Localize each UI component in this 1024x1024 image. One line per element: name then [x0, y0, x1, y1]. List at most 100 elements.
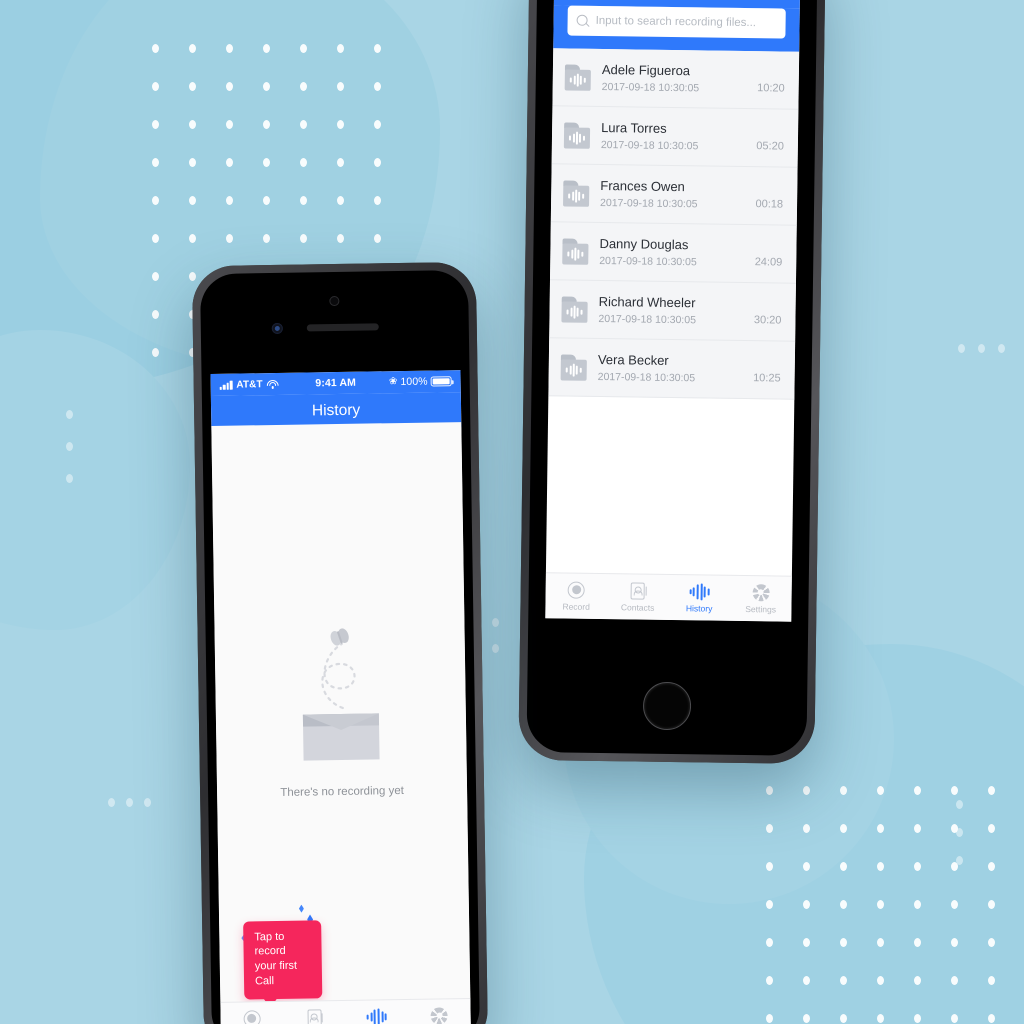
pattern-dot [337, 82, 344, 91]
pattern-dot [189, 44, 196, 53]
tab-history-left[interactable]: History [345, 1000, 408, 1024]
recording-list[interactable]: Adele Figueroa 2017-09-18 10:30:05 10:20 Lu… [548, 48, 800, 400]
search-input[interactable]: Input to search recording files... [567, 5, 786, 39]
tab-settings-left[interactable]: Settings [408, 999, 471, 1024]
record-circle-icon [567, 581, 586, 599]
pattern-dot [914, 1014, 921, 1023]
pattern-dot [152, 196, 159, 205]
recording-date: 2017-09-18 10:30:05 [598, 312, 697, 327]
tooltip-line-1: Tap to record [254, 930, 286, 958]
status-left-group-l: AT&T [219, 378, 316, 391]
pattern-dot [803, 1014, 810, 1023]
pattern-dot [877, 976, 884, 985]
tab-history-right[interactable]: History [668, 575, 730, 621]
status-right-group-l: ❀ 100% [356, 375, 452, 389]
waveform-icon [366, 1007, 387, 1024]
pattern-dot [226, 120, 233, 129]
pattern-dot [766, 862, 773, 871]
pattern-dot [840, 1014, 847, 1023]
pattern-dot [152, 348, 159, 357]
recording-duration: 10:20 [757, 82, 785, 95]
recording-info: Lura Torres 2017-09-18 10:30:05 [601, 120, 746, 153]
pattern-dot [337, 44, 344, 53]
pattern-dot [914, 824, 921, 833]
pattern-dot [803, 900, 810, 909]
recording-date: 2017-09-18 10:30:05 [599, 254, 697, 269]
pattern-dot [803, 976, 810, 985]
pattern-dot [988, 900, 995, 909]
empty-state-content: There's no recording yet [214, 620, 467, 800]
carrier-label: AT&T [236, 378, 263, 391]
wifi-icon [266, 379, 279, 389]
recording-folder-icon [564, 63, 591, 91]
pattern-dot [108, 798, 115, 807]
pattern-dot [189, 158, 196, 167]
pattern-dot [956, 856, 963, 865]
tab-record-right[interactable]: Record [545, 573, 607, 619]
gear-icon [431, 1007, 448, 1024]
pattern-dot [988, 862, 995, 871]
tab-contacts-right[interactable]: Contacts [607, 574, 669, 620]
cellular-signal-icon [219, 380, 233, 390]
pattern-dot [914, 786, 921, 795]
recording-row[interactable]: Richard Wheeler 2017-09-18 10:30:05 30:20 [549, 280, 796, 342]
pattern-dot [189, 120, 196, 129]
pattern-dot [766, 900, 773, 909]
pattern-dot [951, 900, 958, 909]
pattern-dot [66, 442, 73, 451]
status-time: 9:41 AM [315, 376, 357, 390]
pattern-dot [374, 158, 381, 167]
recording-row[interactable]: Frances Owen 2017-09-18 10:30:05 00:18 [550, 164, 798, 226]
battery-icon [430, 376, 452, 387]
pattern-dot [263, 44, 270, 53]
pattern-dot [337, 120, 344, 129]
home-button-right[interactable] [642, 681, 692, 731]
recording-name: Richard Wheeler [598, 293, 696, 311]
pattern-dot [766, 976, 773, 985]
recording-row[interactable]: Adele Figueroa 2017-09-18 10:30:05 10:20 [552, 48, 800, 110]
pattern-dot [803, 862, 810, 871]
tab-bar-left[interactable]: RecordContactsHistorySettings [220, 997, 472, 1024]
pattern-dot [988, 976, 995, 985]
pattern-dot [66, 474, 73, 483]
empty-state-panel: There's no recording yet Tap to record y… [211, 422, 472, 1024]
pattern-dot [152, 44, 159, 53]
pattern-dot [840, 976, 847, 985]
tab-label: Record [562, 600, 590, 612]
phone-right-body: AT&T 9:41 AM ❀ 100% History [526, 0, 818, 756]
sparkle-icon-4 [299, 905, 304, 913]
recording-date: 2017-09-18 10:30:05 [599, 196, 698, 211]
tab-record-left[interactable]: Record [220, 1002, 283, 1024]
pattern-dot [840, 900, 847, 909]
record-tooltip[interactable]: Tap to record your first Call [243, 919, 323, 1000]
pattern-dot [263, 120, 270, 129]
pattern-dot [152, 234, 159, 243]
tooltip-line-2: your first Call [254, 960, 298, 988]
butterfly-icon [330, 628, 349, 646]
recording-folder-icon [561, 295, 588, 323]
pattern-dot [263, 234, 270, 243]
front-camera-icon [329, 295, 340, 307]
pattern-dot [226, 158, 233, 167]
waveform-icon [689, 582, 710, 600]
recording-date: 2017-09-18 10:30:05 [600, 138, 699, 153]
pattern-dot [803, 786, 810, 795]
tab-contacts-left[interactable]: Contacts [283, 1001, 346, 1024]
pattern-dot [988, 938, 995, 947]
pattern-dot [492, 644, 499, 653]
recording-row[interactable]: Danny Douglas 2017-09-18 10:30:05 24:09 [549, 222, 797, 284]
tab-bar-right[interactable]: Record Contacts History Settings [545, 572, 792, 622]
recording-row[interactable]: Vera Becker 2017-09-18 10:30:05 10:25 [548, 338, 796, 400]
pattern-dot [226, 44, 233, 53]
pattern-dot [263, 196, 270, 205]
pattern-dot [263, 158, 270, 167]
recording-row[interactable]: Lura Torres 2017-09-18 10:30:05 05:20 [551, 106, 799, 168]
pattern-dot [840, 938, 847, 947]
recording-duration: 24:09 [754, 256, 783, 269]
tab-settings-right[interactable]: Settings [730, 576, 792, 622]
pattern-dot [988, 786, 995, 795]
pattern-dot [951, 786, 958, 795]
pattern-dot [374, 196, 381, 205]
pattern-dot [300, 44, 307, 53]
pattern-dot [988, 1014, 995, 1023]
